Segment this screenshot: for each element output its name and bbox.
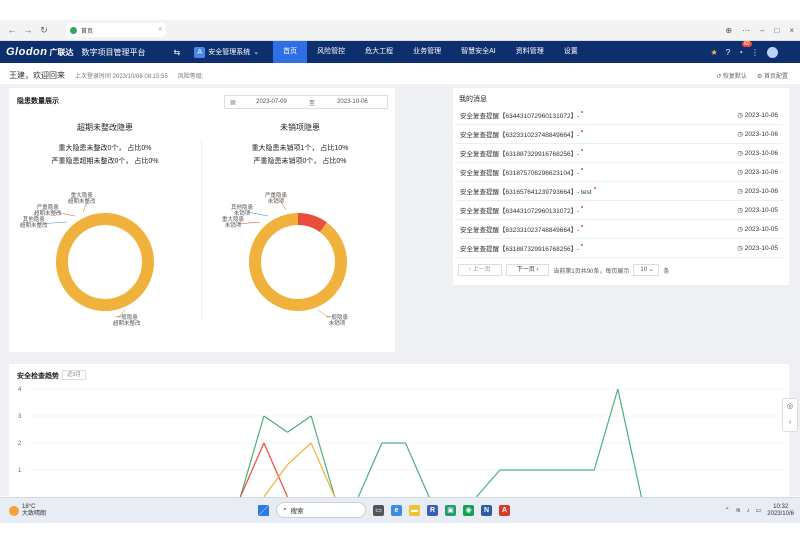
search-placeholder: 搜索 (290, 508, 304, 515)
app-a-icon[interactable]: A (499, 504, 510, 516)
app-r-icon[interactable]: R (427, 504, 438, 516)
task-view-icon[interactable]: ▭ (373, 504, 384, 516)
taskbar: 18°C 大致晴朗 ⌕ 搜索 ▭ e ▬ R ▣ ◉ N A ⌃ ≋ ♪ ▭ 10… (0, 497, 800, 523)
trend-series-segment (310, 415, 336, 498)
y-tick-label: 1 (18, 468, 22, 474)
chevron-up-icon[interactable]: ⌃ (725, 507, 730, 514)
wifi-icon[interactable]: ≋ (736, 507, 741, 514)
taskbar-search[interactable]: ⌕ 搜索 (276, 502, 366, 518)
clock-time: 10:32 (773, 503, 789, 510)
trend-series-segment (287, 415, 312, 433)
search-icon: ⌕ (283, 506, 287, 513)
trend-series-segment (593, 388, 619, 471)
screen: ← → ↻ 首页 × ⊕ ⋯ – □ × Glodon 广联达 数字项目管理平台… (0, 0, 800, 544)
battery-icon[interactable]: ▭ (756, 507, 762, 514)
volume-icon[interactable]: ♪ (747, 508, 750, 514)
app-chat-icon[interactable]: ◉ (463, 504, 474, 516)
weather-widget[interactable]: 18°C 大致晴朗 (0, 504, 46, 518)
app-green-icon[interactable]: ▣ (445, 504, 456, 516)
trend-series-segment (475, 469, 501, 498)
temperature: 18°C (22, 503, 36, 510)
trend-series-segment (287, 442, 312, 466)
headset-icon[interactable]: ◎ (783, 399, 797, 415)
folder-icon[interactable]: ▬ (409, 504, 420, 516)
y-tick-label: 3 (18, 414, 22, 420)
clock-date: 2023/10/6 (767, 510, 794, 517)
system-tray: ⌃ ≋ ♪ ▭ 10:32 2023/10/6 (725, 504, 800, 518)
windows-start-icon[interactable] (258, 504, 269, 516)
side-float-toolbar[interactable]: ◎ › (782, 398, 798, 432)
y-tick-label: 4 (18, 387, 22, 393)
trend-line-chart: 4 3 2 1 (18, 387, 783, 498)
trend-series-segment (239, 415, 265, 498)
clock[interactable]: 10:32 2023/10/6 (767, 504, 794, 518)
app-n-icon[interactable]: N (481, 504, 492, 516)
trend-series-segment (263, 415, 288, 433)
y-tick-label: 2 (18, 441, 22, 447)
sun-icon (9, 505, 19, 516)
edge-icon[interactable]: e (391, 504, 402, 516)
side-arrow-icon[interactable]: › (783, 415, 797, 431)
weather-text: 大致晴朗 (22, 510, 47, 517)
